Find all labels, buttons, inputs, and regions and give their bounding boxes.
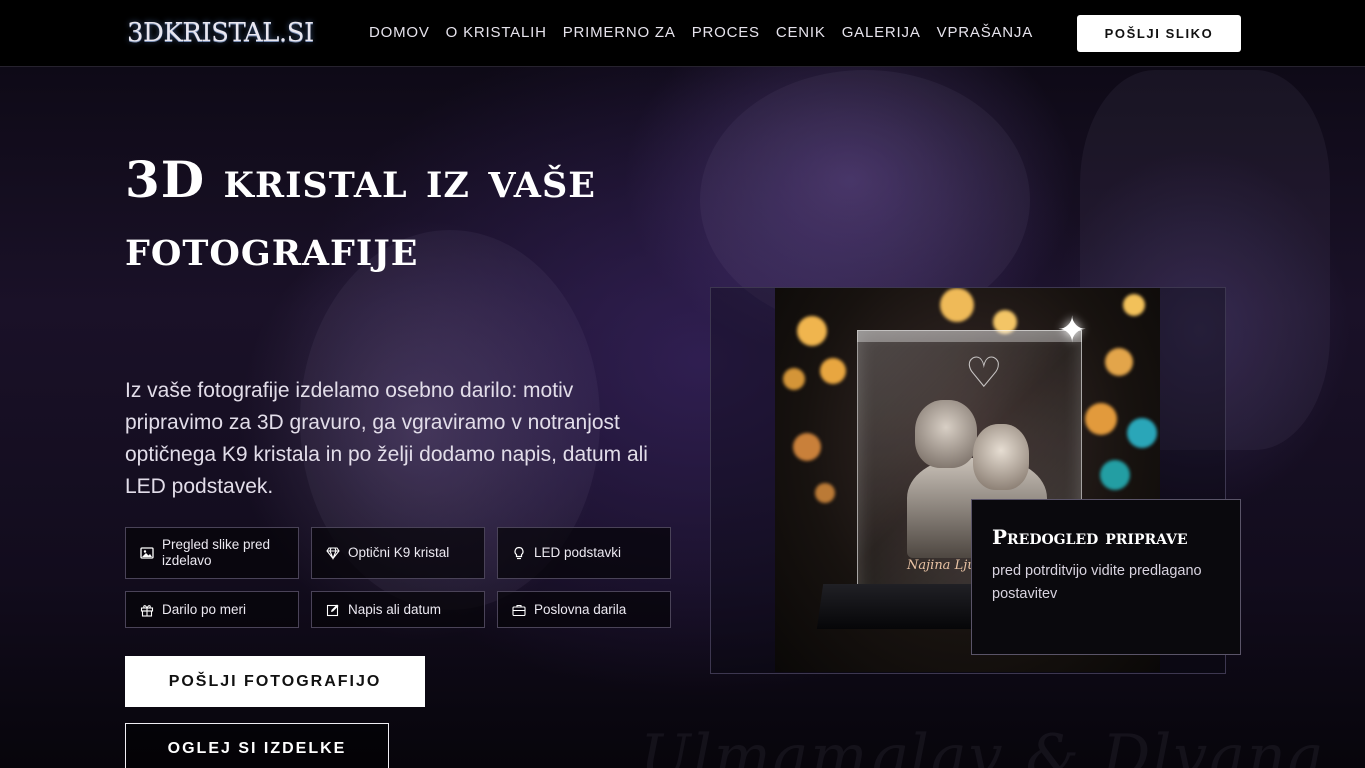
sparkle-icon: ✦ — [1057, 309, 1088, 350]
briefcase-icon — [512, 603, 526, 617]
feature-label: Napis ali datum — [348, 601, 442, 617]
background-engraved-text: Ulmamglav & Dlvana — [640, 722, 1326, 768]
send-photo-button[interactable]: POŠLJI FOTOGRAFIJO — [125, 656, 425, 707]
feature-chip: Napis ali datum — [311, 591, 485, 628]
feature-chip: Darilo po meri — [125, 591, 299, 628]
bokeh-light — [820, 358, 846, 384]
image-icon — [140, 546, 154, 560]
crystal-top-face — [857, 330, 1082, 342]
feature-label: Poslovna darila — [534, 601, 627, 617]
feature-label: Darilo po meri — [162, 601, 247, 617]
diamond-icon — [326, 546, 340, 560]
heart-engraving-icon: ♡ — [965, 349, 1003, 396]
nav-item-cenik[interactable]: CENIK — [776, 22, 826, 44]
preview-description: pred potrditvijo vidite predlagano posta… — [992, 563, 1202, 602]
feature-label: LED podstavki — [534, 545, 622, 560]
lightbulb-icon — [512, 546, 526, 560]
bokeh-light — [1127, 418, 1157, 448]
bokeh-light — [1123, 294, 1145, 316]
feature-chip: LED podstavki — [497, 527, 671, 579]
engraved-face — [973, 424, 1029, 490]
feature-chip: Optični K9 kristal — [311, 527, 485, 579]
bokeh-light — [1085, 403, 1117, 435]
main-nav: DOMOV O KRISTALIH PRIMERNO ZA PROCES CEN… — [369, 22, 1033, 44]
gift-icon — [140, 603, 154, 617]
site-logo[interactable]: 3DKRISTAL.SI — [127, 15, 327, 51]
bokeh-light — [815, 483, 835, 503]
engraved-face — [915, 400, 977, 468]
preview-title: Predogled priprave — [992, 525, 1188, 549]
preview-caption-card: Predogled priprave pred potrditvijo vidi… — [971, 499, 1241, 655]
feature-chip: Pregled slike pred izdelavo — [125, 527, 299, 579]
feature-chip: Poslovna darila — [497, 591, 671, 628]
nav-item-primerno-za[interactable]: PRIMERNO ZA — [563, 22, 676, 44]
nav-item-o-kristalih[interactable]: O KRISTALIH — [446, 22, 547, 44]
bokeh-light — [940, 288, 974, 322]
view-products-button[interactable]: OGLEJ SI IZDELKE — [125, 723, 389, 768]
hero-description: Iz vaše fotografije izdelamo osebno dari… — [125, 379, 648, 498]
edit-icon — [326, 603, 340, 617]
send-image-button[interactable]: POŠLJI SLIKO — [1077, 15, 1241, 52]
bokeh-light — [1105, 348, 1133, 376]
engraved-name-text: Najina Lju — [907, 558, 976, 573]
nav-item-galerija[interactable]: GALERIJA — [842, 22, 921, 44]
bokeh-light — [797, 316, 827, 346]
feature-label: Optični K9 kristal — [348, 545, 450, 560]
bokeh-light — [783, 368, 805, 390]
bokeh-light — [793, 433, 821, 461]
site-header: 3DKRISTAL.SI DOMOV O KRISTALIH PRIMERNO … — [0, 0, 1365, 67]
bokeh-light — [1100, 460, 1130, 490]
nav-item-vprasanja[interactable]: VPRAŠANJA — [937, 22, 1033, 44]
feature-label: Pregled slike pred izdelavo — [162, 537, 271, 568]
nav-item-domov[interactable]: DOMOV — [369, 22, 430, 44]
nav-item-proces[interactable]: PROCES — [692, 22, 760, 44]
hero-title: 3D kristal iz vaše fotografije — [125, 150, 596, 277]
